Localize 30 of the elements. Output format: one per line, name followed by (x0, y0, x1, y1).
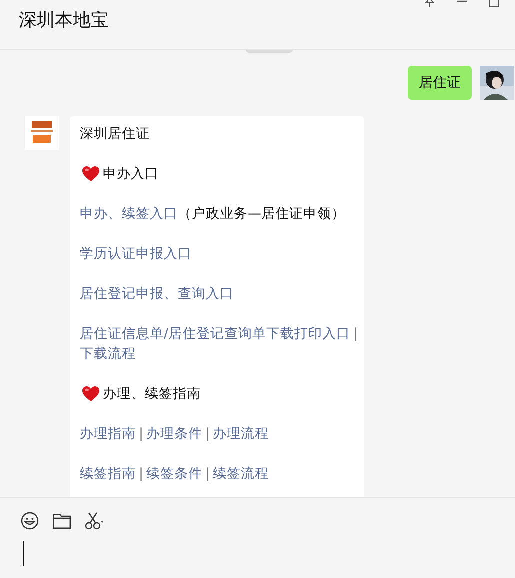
separator-mark: | (138, 466, 145, 482)
link[interactable]: 办理流程 (213, 426, 270, 442)
link[interactable]: 申办、续签入口 (80, 206, 178, 222)
pin-icon[interactable] (425, 0, 435, 7)
link[interactable]: 办理条件 (146, 426, 203, 442)
link[interactable]: 续签指南 (80, 466, 136, 482)
link[interactable]: 居住登记申报、查询入口 (80, 286, 234, 302)
heart-icon (82, 386, 100, 402)
link[interactable]: 续签流程 (213, 466, 270, 482)
separator-mark: | (204, 466, 212, 482)
link[interactable]: 办理指南 (80, 426, 136, 442)
scissors-icon[interactable] (85, 512, 105, 530)
separator-mark: | (138, 426, 145, 442)
link[interactable]: 续签条件 (146, 466, 203, 482)
link[interactable]: 下载流程 (80, 346, 136, 362)
message-bubble: 居住证 (408, 66, 472, 100)
link[interactable]: 学历认证申报入口 (80, 246, 192, 262)
link[interactable]: 居住证信息单/居住登记查询单下载打印入口 (80, 326, 351, 342)
folder-icon[interactable] (53, 514, 71, 528)
separator-mark: | (204, 426, 212, 442)
heart-icon (82, 166, 100, 182)
separator-mark: | (352, 326, 360, 342)
message-text: （户政业务—居住证申领） (178, 206, 346, 222)
section-heading: 办理、续签指南 (103, 385, 201, 404)
emoji-icon[interactable] (21, 512, 39, 530)
logo-icon (25, 116, 59, 150)
chat-title: 深圳本地宝 (19, 9, 109, 32)
maximize-icon[interactable] (489, 0, 499, 7)
message-title: 深圳居住证 (80, 126, 150, 142)
section-heading: 申办入口 (103, 165, 159, 184)
